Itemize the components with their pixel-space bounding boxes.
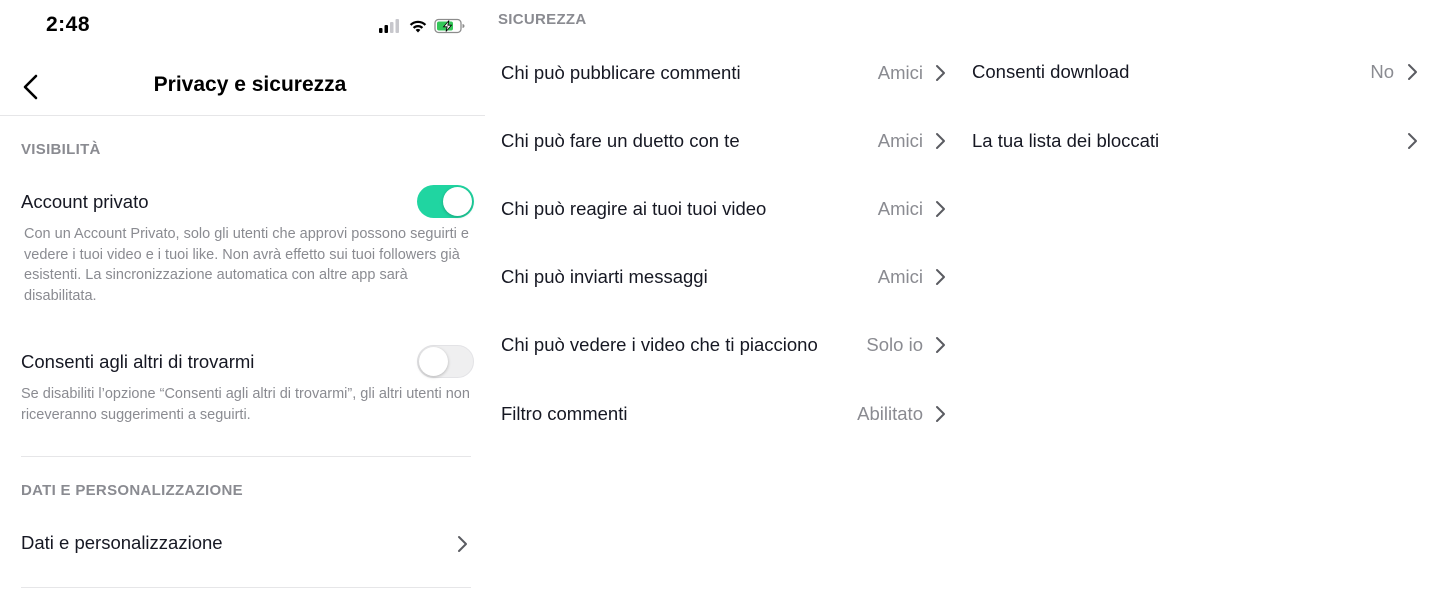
section-title-data-personalization: DATI E PERSONALIZZAZIONE — [21, 482, 243, 499]
allow-download-row[interactable]: Consenti download No — [972, 57, 1422, 87]
security-item-value: Amici — [877, 130, 923, 151]
allow-download-value: No — [1370, 61, 1394, 82]
chevron-right-icon — [936, 337, 945, 353]
private-account-description: Con un Account Privato, solo gli utenti … — [24, 226, 469, 304]
security-item-value: Amici — [877, 62, 923, 83]
findable-toggle[interactable] — [417, 345, 474, 378]
security-item-value: Abilitato — [857, 403, 923, 424]
findable-description: Se disabiliti l’opzione “Consenti agli a… — [21, 386, 470, 423]
chevron-right-icon — [936, 201, 945, 217]
private-account-toggle[interactable] — [417, 185, 474, 218]
chevron-right-icon — [936, 406, 945, 422]
header-divider — [0, 115, 485, 116]
data-personalization-label: Dati e personalizzazione — [21, 532, 223, 553]
data-personalization-row[interactable]: Dati e personalizzazione — [21, 528, 471, 558]
security-item-comment-filter[interactable]: Filtro commenti Abilitato — [501, 399, 951, 429]
security-item-label: Chi può inviarti messaggi — [501, 266, 708, 287]
chevron-right-icon — [458, 536, 467, 552]
security-item-value: Amici — [877, 198, 923, 219]
toggle-knob — [419, 347, 448, 376]
private-account-label: Account privato — [21, 191, 149, 212]
security-item-duet[interactable]: Chi può fare un duetto con te Amici — [501, 126, 951, 156]
findable-label: Consenti agli altri di trovarmi — [21, 351, 255, 372]
allow-download-label: Consenti download — [972, 61, 1130, 82]
security-item-messages[interactable]: Chi può inviarti messaggi Amici — [501, 262, 951, 292]
security-item-value: Solo io — [866, 334, 923, 355]
wifi-icon — [409, 20, 427, 33]
chevron-right-icon — [1408, 64, 1417, 80]
section-title-security: SICUREZZA — [498, 11, 587, 28]
section-title-visibility: VISIBILITÀ — [21, 141, 101, 158]
section-divider — [21, 456, 471, 457]
chevron-right-icon — [1408, 133, 1417, 149]
page-title: Privacy e sicurezza — [153, 73, 347, 96]
section-divider — [21, 587, 471, 588]
blocked-list-row[interactable]: La tua lista dei bloccati — [972, 126, 1422, 156]
security-item-label: Filtro commenti — [501, 403, 628, 424]
chevron-right-icon — [936, 269, 945, 285]
toggle-knob — [443, 187, 472, 216]
blocked-list-label: La tua lista dei bloccati — [972, 130, 1160, 151]
security-item-liked-videos[interactable]: Chi può vedere i video che ti piacciono … — [501, 330, 951, 360]
security-item-value: Amici — [877, 266, 923, 287]
security-item-react[interactable]: Chi può reagire ai tuoi tuoi video Amici — [501, 194, 951, 224]
status-time: 2:48 — [46, 13, 91, 36]
security-item-label: Chi può vedere i video che ti piacciono — [501, 334, 818, 355]
battery-charging-icon — [434, 18, 465, 34]
status-icons — [378, 16, 466, 36]
chevron-right-icon — [936, 65, 945, 81]
security-item-label: Chi può reagire ai tuoi tuoi video — [501, 198, 767, 219]
chevron-right-icon — [936, 133, 945, 149]
security-item-label: Chi può fare un duetto con te — [501, 130, 740, 151]
security-item-label: Chi può pubblicare commenti — [501, 62, 741, 83]
cellular-signal-icon — [379, 19, 399, 33]
security-item-comments[interactable]: Chi può pubblicare commenti Amici — [501, 58, 951, 88]
